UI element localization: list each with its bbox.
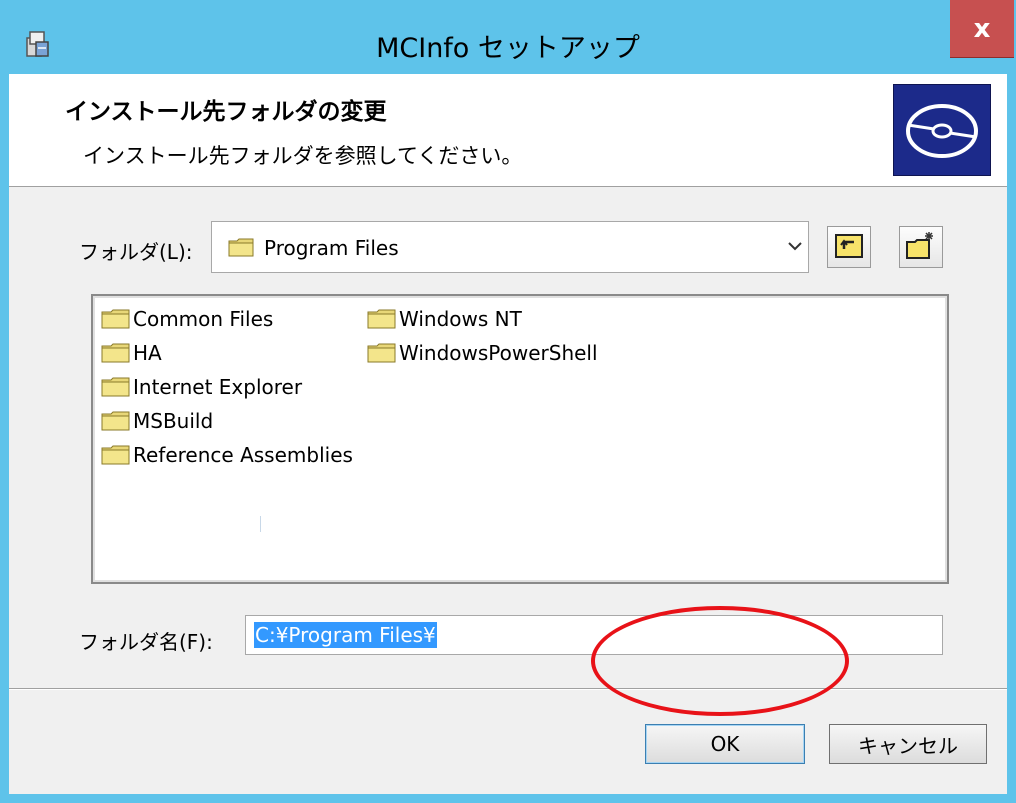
folder-icon (367, 308, 397, 330)
folder-up-button[interactable] (827, 226, 871, 268)
close-icon: x (973, 13, 991, 44)
dialog-body: インストール先フォルダの変更 インストール先フォルダを参照してください。 フォル… (9, 74, 1007, 794)
chevron-down-icon[interactable] (785, 234, 805, 258)
list-item[interactable]: Windows NT (367, 304, 522, 334)
window-title: MCInfo セットアップ (376, 33, 640, 64)
folder-up-icon (834, 231, 864, 263)
list-item[interactable]: Internet Explorer (101, 372, 302, 402)
list-item[interactable]: Reference Assemblies (101, 440, 353, 470)
folder-icon (101, 410, 131, 432)
list-item[interactable]: WindowsPowerShell (367, 338, 598, 368)
folder-dropdown[interactable]: Program Files (211, 221, 809, 273)
list-item[interactable]: MSBuild (101, 406, 213, 436)
folder-icon (101, 444, 131, 466)
list-item-label: Common Files (133, 307, 274, 331)
folder-name-input[interactable]: C:¥Program Files¥ (245, 615, 943, 655)
new-folder-button[interactable] (899, 226, 943, 268)
footer-divider (9, 688, 1007, 690)
folder-label: フォルダ(L): (79, 240, 193, 264)
list-item-label: WindowsPowerShell (399, 341, 598, 365)
list-item-label: HA (133, 341, 162, 365)
ok-button[interactable]: OK (645, 724, 805, 764)
list-item[interactable]: Common Files (101, 304, 273, 334)
dialog-header: インストール先フォルダの変更 インストール先フォルダを参照してください。 (9, 74, 1007, 187)
list-caret (260, 516, 261, 532)
list-item[interactable]: HA (101, 338, 162, 368)
folder-icon (367, 342, 397, 364)
folder-icon (101, 342, 131, 364)
list-item-label: Windows NT (399, 307, 522, 331)
list-item-label: Reference Assemblies (133, 443, 353, 467)
setup-window: MCInfo セットアップ x インストール先フォルダの変更 インストール先フォ… (0, 0, 1016, 803)
close-button[interactable]: x (950, 0, 1014, 58)
header-subtitle: インストール先フォルダを参照してください。 (83, 144, 523, 168)
folder-icon (101, 308, 131, 330)
folder-dropdown-value: Program Files (264, 236, 399, 260)
folder-name-label: フォルダ名(F): (79, 630, 213, 654)
folder-list[interactable]: Common Files HA Internet Explorer MSBuil… (91, 294, 949, 584)
folder-icon (228, 237, 254, 257)
list-item-label: MSBuild (133, 409, 214, 433)
folder-name-value: C:¥Program Files¥ (254, 622, 437, 648)
new-folder-icon (905, 230, 937, 264)
folder-icon (101, 376, 131, 398)
cancel-button[interactable]: キャンセル (829, 724, 987, 764)
header-title: インストール先フォルダの変更 (65, 99, 387, 125)
list-item-label: Internet Explorer (133, 375, 303, 399)
install-disc-icon (893, 84, 991, 176)
